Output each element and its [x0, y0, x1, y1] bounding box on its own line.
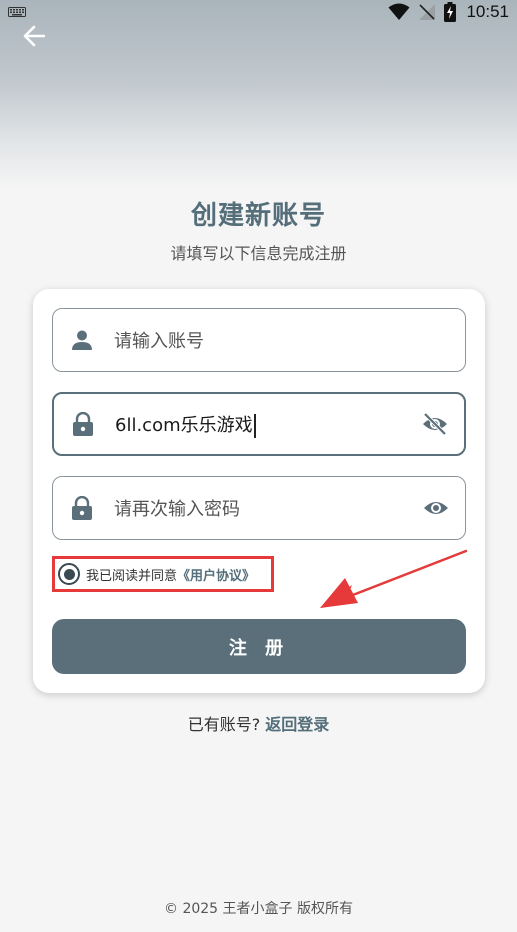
confirm-password-field[interactable]: 请再次输入密码	[52, 476, 466, 540]
back-button[interactable]	[20, 22, 48, 50]
radio-checked-dot	[63, 568, 75, 580]
text-cursor	[253, 413, 256, 438]
battery-charging-icon	[444, 2, 457, 22]
wifi-icon	[388, 3, 410, 20]
account-field[interactable]: 请输入账号	[52, 308, 466, 372]
no-signal-icon	[419, 4, 436, 20]
account-placeholder: 请输入账号	[114, 331, 204, 352]
status-time: 10:51	[466, 2, 509, 21]
back-to-login-link[interactable]: 返回登录	[265, 715, 329, 734]
eye-icon[interactable]	[421, 493, 451, 523]
register-card: 请输入账号 6ll.com乐乐游戏 请再次输入密码 我已阅读并同意 《用户协议》…	[33, 289, 485, 693]
agreement-text: 我已阅读并同意	[86, 568, 178, 584]
keyboard-icon	[8, 7, 26, 17]
confirm-password-placeholder: 请再次输入密码	[114, 499, 240, 520]
person-icon	[70, 328, 94, 352]
eye-off-icon[interactable]	[420, 409, 450, 439]
agreement-radio[interactable]	[58, 563, 80, 585]
password-field[interactable]: 6ll.com乐乐游戏	[52, 392, 466, 456]
status-bar: 10:51	[0, 0, 517, 24]
login-question: 已有账号?	[187, 715, 261, 734]
arrow-left-icon	[23, 25, 45, 47]
header-background	[0, 0, 517, 190]
copyright-footer: © 2025 王者小盒子 版权所有	[164, 901, 353, 917]
password-value: 6ll.com乐乐游戏	[115, 414, 253, 436]
lock-icon	[70, 496, 94, 520]
lock-icon	[71, 412, 95, 436]
page-title: 创建新账号	[190, 201, 326, 231]
page-subtitle: 请填写以下信息完成注册	[170, 244, 347, 263]
register-button[interactable]: 注 册	[52, 619, 466, 674]
user-agreement-link[interactable]: 《用户协议》	[177, 565, 255, 584]
password-input[interactable]: 6ll.com乐乐游戏	[115, 411, 420, 438]
login-prompt: 已有账号? 返回登录	[0, 711, 517, 735]
agreement-highlight: 我已阅读并同意 《用户协议》	[52, 556, 274, 592]
